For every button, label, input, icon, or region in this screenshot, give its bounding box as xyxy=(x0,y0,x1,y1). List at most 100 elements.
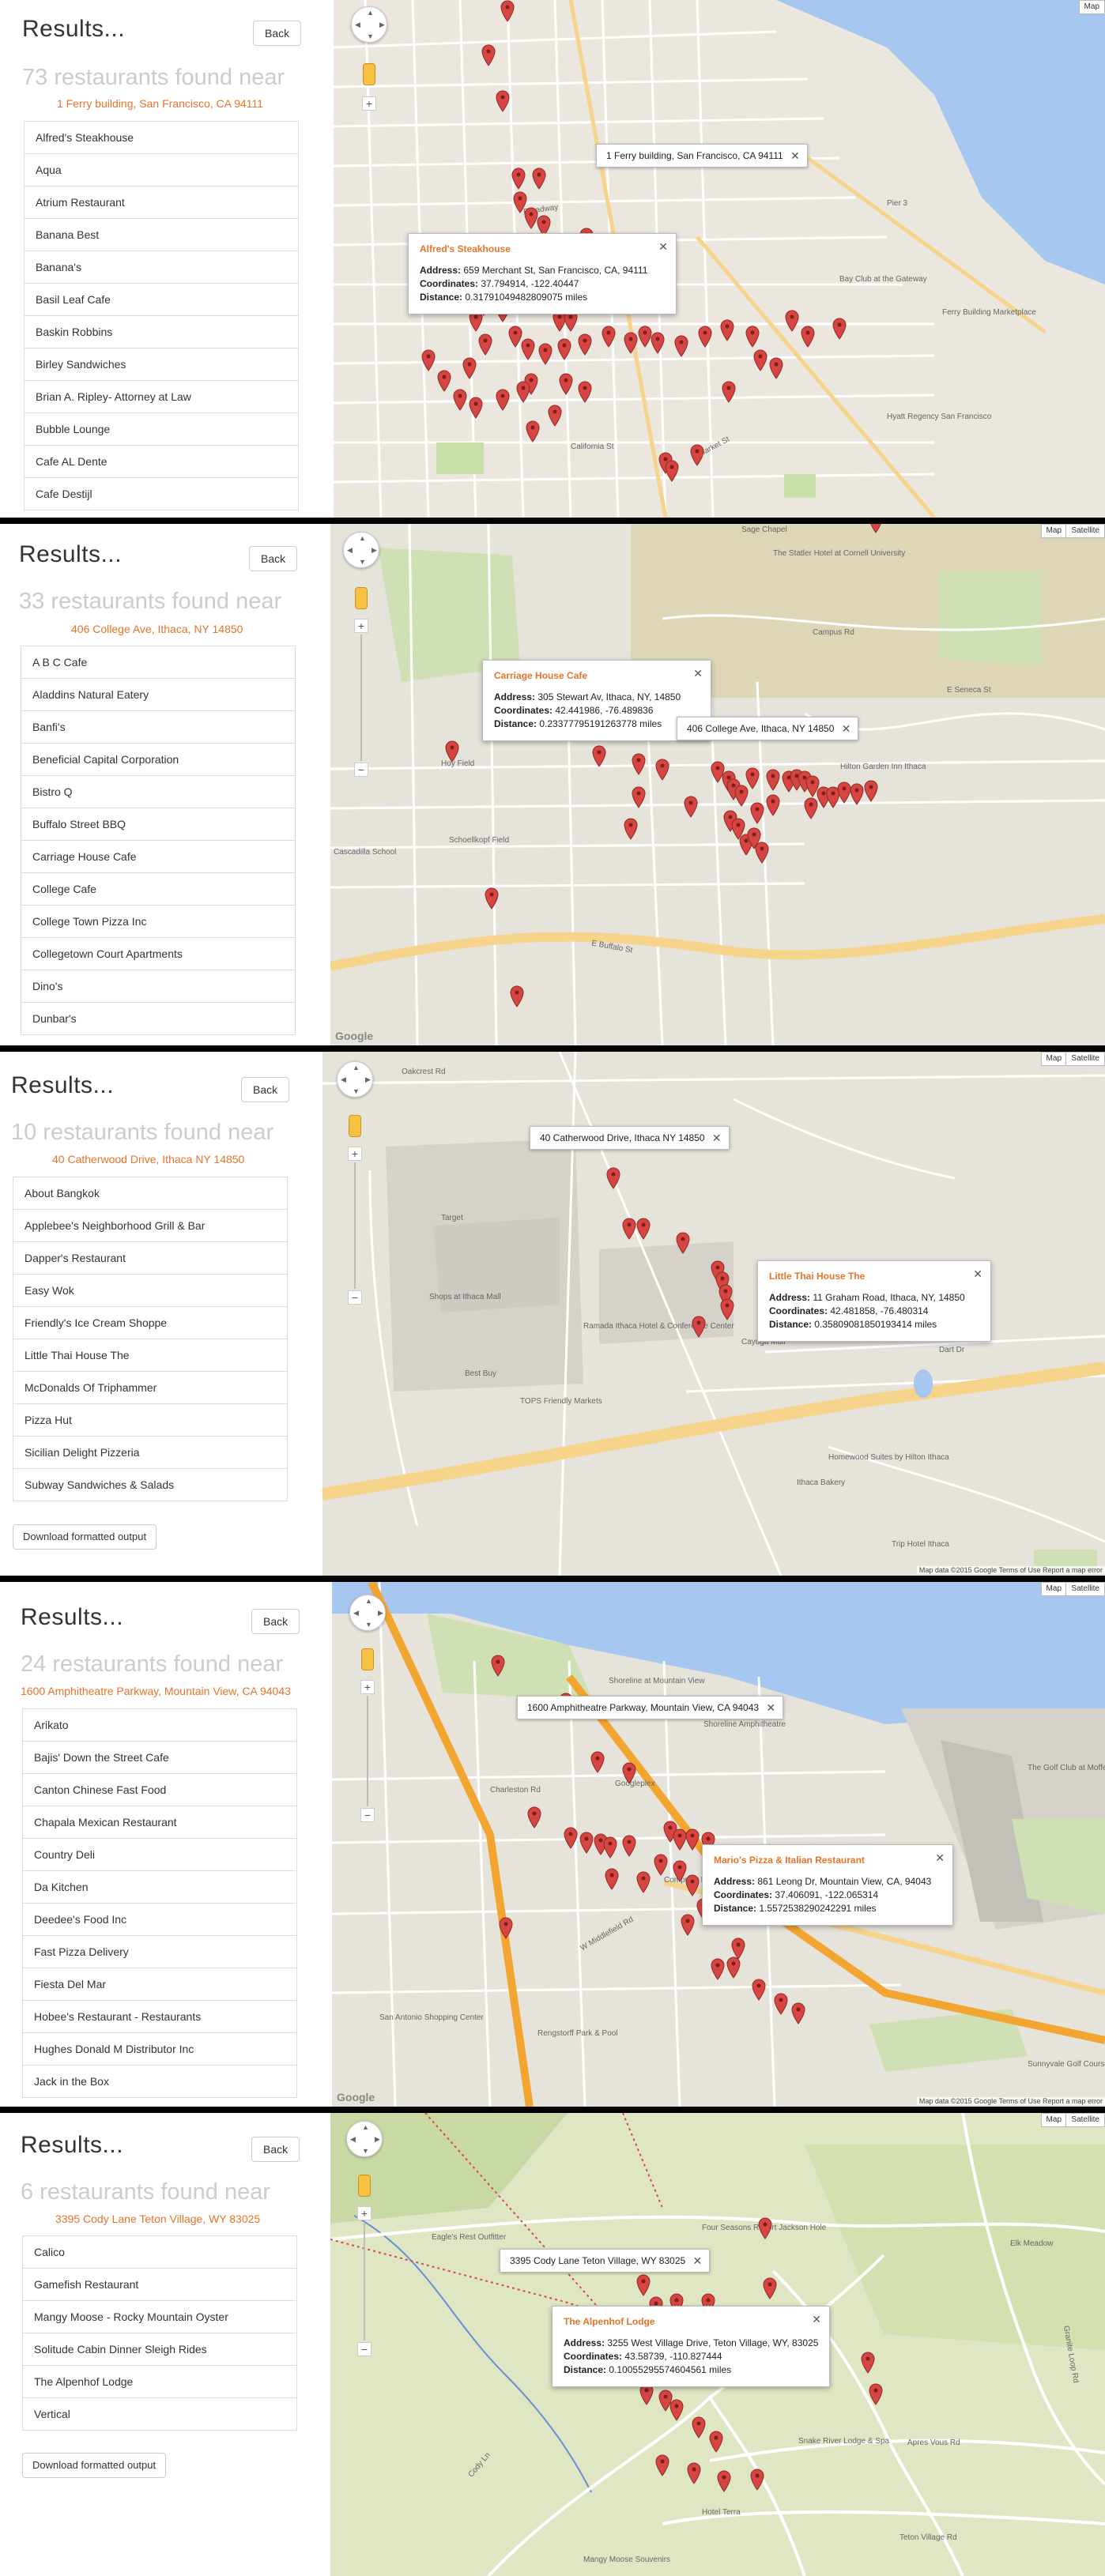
map-type-satellite-button[interactable]: Satellite xyxy=(1065,1052,1105,1066)
restaurant-list-item[interactable]: Arikato xyxy=(23,1709,296,1742)
restaurant-marker-icon[interactable] xyxy=(681,1914,695,1936)
restaurant-marker-icon[interactable] xyxy=(753,349,767,371)
back-button[interactable]: Back xyxy=(241,1077,290,1102)
map-type-satellite-button[interactable]: Satellite xyxy=(1065,2113,1105,2127)
restaurant-marker-icon[interactable] xyxy=(766,794,780,816)
zoom-in-button[interactable]: + xyxy=(348,1147,362,1161)
map-type-map-button[interactable]: Map xyxy=(1040,1582,1067,1596)
restaurant-marker-icon[interactable] xyxy=(750,802,764,824)
restaurant-list-item[interactable]: Canton Chinese Fast Food xyxy=(23,1774,296,1806)
restaurant-marker-icon[interactable] xyxy=(500,0,515,22)
restaurant-marker-icon[interactable] xyxy=(606,1167,620,1189)
pan-control[interactable]: ▲ ▼ ◀ ▶ xyxy=(351,6,387,43)
restaurant-list-item[interactable]: Mangy Moose - Rocky Mountain Oyster xyxy=(23,2301,296,2333)
close-icon[interactable]: ✕ xyxy=(790,145,800,167)
restaurant-marker-icon[interactable] xyxy=(734,785,749,807)
restaurant-marker-icon[interactable] xyxy=(526,420,540,443)
restaurant-marker-icon[interactable] xyxy=(462,357,477,379)
restaurant-list-item[interactable]: Applebee's Neighborhood Grill & Bar xyxy=(13,1210,287,1242)
restaurant-list-item[interactable]: Aladdins Natural Eatery xyxy=(21,679,295,711)
restaurant-marker-icon[interactable] xyxy=(669,2399,684,2421)
close-icon[interactable]: ✕ xyxy=(766,1697,775,1719)
restaurant-marker-icon[interactable] xyxy=(453,389,467,411)
map-view[interactable]: Shoreline at Mountain View Shoreline Amp… xyxy=(332,1582,1105,2107)
restaurant-marker-icon[interactable] xyxy=(548,405,562,427)
map-view[interactable]: Oakcrest Rd Target Shops at Ithaca Mall … xyxy=(322,1052,1105,1576)
zoom-in-button[interactable]: + xyxy=(354,619,368,633)
restaurant-marker-icon[interactable] xyxy=(557,338,571,360)
street-view-pegman-icon[interactable] xyxy=(358,2175,371,2197)
restaurant-list-item[interactable]: College Town Pizza Inc xyxy=(21,906,295,938)
restaurant-marker-icon[interactable] xyxy=(496,90,510,112)
restaurant-marker-icon[interactable] xyxy=(469,397,483,419)
restaurant-marker-icon[interactable] xyxy=(720,1298,734,1320)
restaurant-marker-icon[interactable] xyxy=(510,985,524,1007)
restaurant-marker-icon[interactable] xyxy=(511,168,526,190)
map-attribution[interactable]: Map data ©2015 Google Terms of Use Repor… xyxy=(916,1566,1105,1574)
restaurant-marker-icon[interactable] xyxy=(532,168,546,190)
restaurant-marker-icon[interactable] xyxy=(766,769,780,791)
restaurant-marker-icon[interactable] xyxy=(869,524,883,533)
restaurant-marker-icon[interactable] xyxy=(805,775,820,797)
restaurant-list-item[interactable]: Jack in the Box xyxy=(23,2066,296,2098)
restaurant-marker-icon[interactable] xyxy=(684,796,698,818)
restaurant-list-item[interactable]: Little Thai House The xyxy=(13,1339,287,1372)
restaurant-list-item[interactable]: Aqua xyxy=(25,154,298,186)
restaurant-marker-icon[interactable] xyxy=(632,786,646,808)
restaurant-marker-icon[interactable] xyxy=(758,2217,772,2239)
restaurant-marker-icon[interactable] xyxy=(485,887,499,910)
restaurant-list-item[interactable]: Fiesta Del Mar xyxy=(23,1968,296,2001)
restaurant-marker-icon[interactable] xyxy=(655,2454,669,2476)
restaurant-marker-icon[interactable] xyxy=(445,740,459,763)
restaurant-marker-icon[interactable] xyxy=(690,444,704,466)
restaurant-marker-icon[interactable] xyxy=(655,759,669,781)
restaurant-list-item[interactable]: Fast Pizza Delivery xyxy=(23,1936,296,1968)
restaurant-marker-icon[interactable] xyxy=(864,780,878,802)
street-view-pegman-icon[interactable] xyxy=(355,587,368,609)
back-button[interactable]: Back xyxy=(251,2137,300,2162)
restaurant-list-item[interactable]: Basil Leaf Cafe xyxy=(25,284,298,316)
restaurant-list-item[interactable]: Friendly's Ice Cream Shoppe xyxy=(13,1307,287,1339)
restaurant-list-item[interactable]: Banana Best xyxy=(25,219,298,251)
restaurant-marker-icon[interactable] xyxy=(636,2274,651,2296)
restaurant-marker-icon[interactable] xyxy=(622,1218,636,1240)
zoom-in-button[interactable]: + xyxy=(360,1680,375,1694)
restaurant-marker-icon[interactable] xyxy=(481,44,496,66)
restaurant-marker-icon[interactable] xyxy=(579,1832,594,1854)
restaurant-marker-icon[interactable] xyxy=(538,343,552,365)
map-view[interactable]: Hoy Field Schoellkopf Field E Buffalo St… xyxy=(330,524,1105,1045)
restaurant-list-item[interactable]: Vertical xyxy=(23,2398,296,2431)
restaurant-marker-icon[interactable] xyxy=(578,381,592,403)
restaurant-marker-icon[interactable] xyxy=(564,1827,578,1849)
restaurant-marker-icon[interactable] xyxy=(624,332,638,354)
restaurant-marker-icon[interactable] xyxy=(478,333,492,356)
zoom-out-button[interactable]: − xyxy=(357,2342,371,2356)
restaurant-marker-icon[interactable] xyxy=(685,1874,700,1896)
restaurant-list-item[interactable]: Carriage House Cafe xyxy=(21,841,295,873)
close-icon[interactable]: ✕ xyxy=(692,2250,702,2272)
restaurant-marker-icon[interactable] xyxy=(521,338,535,360)
restaurant-marker-icon[interactable] xyxy=(624,818,638,840)
restaurant-list-item[interactable]: Sicilian Delight Pizzeria xyxy=(13,1437,287,1469)
restaurant-list-item[interactable]: Subway Sandwiches & Salads xyxy=(13,1469,287,1501)
restaurant-marker-icon[interactable] xyxy=(651,332,665,354)
restaurant-list-item[interactable]: Banfi's xyxy=(21,711,295,744)
zoom-out-button[interactable]: − xyxy=(360,1808,375,1822)
restaurant-marker-icon[interactable] xyxy=(527,1806,541,1828)
restaurant-marker-icon[interactable] xyxy=(769,357,783,379)
restaurant-marker-icon[interactable] xyxy=(692,2416,706,2439)
restaurant-list-item[interactable]: Bubble Lounge xyxy=(25,413,298,446)
restaurant-marker-icon[interactable] xyxy=(622,1762,636,1784)
restaurant-marker-icon[interactable] xyxy=(654,1854,668,1876)
back-button[interactable]: Back xyxy=(253,21,302,46)
pan-control[interactable]: ▲ ▼ ◀ ▶ xyxy=(337,1061,373,1098)
restaurant-marker-icon[interactable] xyxy=(861,2352,875,2374)
restaurant-list-item[interactable]: Calico xyxy=(23,2236,296,2269)
restaurant-list-item[interactable]: Da Kitchen xyxy=(23,1871,296,1904)
restaurant-list-item[interactable]: Bistro Q xyxy=(21,776,295,808)
restaurant-marker-icon[interactable] xyxy=(499,1917,513,1939)
restaurant-list-item[interactable]: Hughes Donald M Distributor Inc xyxy=(23,2033,296,2066)
zoom-slider[interactable] xyxy=(354,1162,356,1289)
pan-control[interactable]: ▲ ▼ ◀ ▶ xyxy=(343,532,379,568)
close-icon[interactable]: ✕ xyxy=(658,240,668,254)
